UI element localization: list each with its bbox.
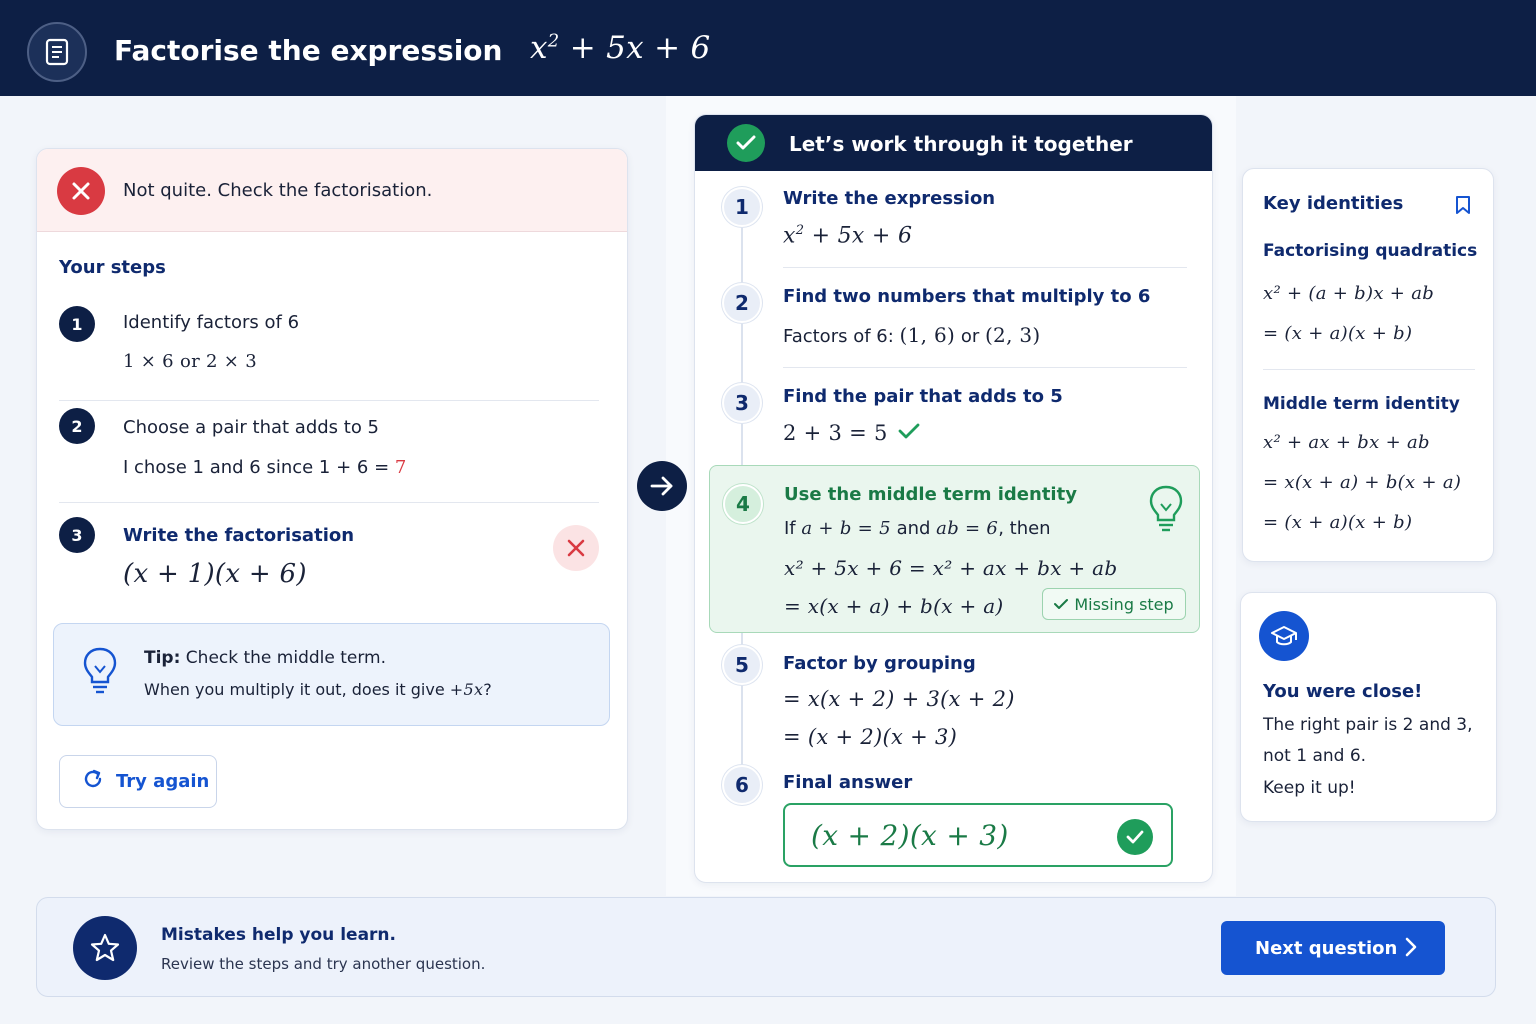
tip-box: Tip: Check the middle term. When you mul… bbox=[53, 623, 610, 726]
tip-question: When you multiply it out, does it give +… bbox=[144, 680, 492, 699]
walk-step-body: Factors of 6: (1, 6) or (2, 3) bbox=[783, 323, 1041, 347]
identity-line: = x(x + a) + b(x + a) bbox=[784, 594, 1004, 618]
walk-step-number: 6 bbox=[722, 765, 762, 805]
question-expression: x2 + 5x + 6 bbox=[530, 30, 711, 66]
step-label: Choose a pair that adds to 5 bbox=[123, 417, 380, 438]
step-label: Identify factors of 6 bbox=[123, 312, 300, 333]
walk-step-label: Final answer bbox=[783, 772, 913, 793]
identity-section-title: Factorising quadratics bbox=[1263, 241, 1478, 261]
arrow-right-icon bbox=[637, 461, 687, 511]
walk-step-body: = (x + 2)(x + 3) bbox=[783, 725, 958, 749]
divider bbox=[59, 400, 599, 401]
divider bbox=[59, 502, 599, 503]
encouragement-text: not 1 and 6. bbox=[1263, 746, 1367, 766]
tip-text: Tip: Check the middle term. bbox=[144, 648, 387, 668]
check-icon bbox=[898, 422, 920, 445]
final-answer-box: (x + 2)(x + 3) bbox=[783, 803, 1173, 867]
walk-step-number: 4 bbox=[723, 484, 763, 524]
divider bbox=[783, 267, 1187, 268]
encouragement-text: The right pair is 2 and 3, bbox=[1263, 715, 1473, 735]
star-icon bbox=[73, 916, 137, 980]
feedback-message: Not quite. Check the factorisation. bbox=[123, 180, 433, 201]
lightbulb-icon bbox=[1148, 484, 1184, 538]
step-body: I chose 1 and 6 since 1 + 6 = 7 bbox=[123, 457, 407, 478]
walk-step-body: 2 + 3 = 5 bbox=[783, 421, 920, 445]
bottom-title: Mistakes help you learn. bbox=[161, 925, 396, 945]
key-identities-title: Key identities bbox=[1263, 193, 1404, 214]
identity-line: x² + ax + bx + ab bbox=[1263, 432, 1430, 453]
identity-line: = (x + a)(x + b) bbox=[1263, 323, 1413, 344]
encouragement-panel: You were close! The right pair is 2 and … bbox=[1240, 592, 1497, 822]
next-question-button[interactable]: Next question bbox=[1221, 921, 1445, 975]
encouragement-text: Keep it up! bbox=[1263, 778, 1356, 798]
your-steps-panel: Not quite. Check the factorisation. Your… bbox=[36, 148, 628, 830]
check-icon bbox=[1054, 595, 1069, 614]
identity-condition: If a + b = 5 and ab = 6, then bbox=[784, 518, 1051, 539]
walkthrough-header: Let’s work through it together bbox=[695, 115, 1212, 171]
encouragement-title: You were close! bbox=[1263, 681, 1423, 702]
check-icon bbox=[727, 124, 765, 162]
walk-step-body: = x(x + 2) + 3(x + 2) bbox=[783, 687, 1015, 711]
walk-step-label: Write the expression bbox=[783, 188, 996, 209]
step-body: 1 × 6 or 2 × 3 bbox=[123, 351, 257, 372]
bottom-bar: Mistakes help you learn. Review the step… bbox=[36, 897, 1496, 997]
try-again-label: Try again bbox=[116, 771, 210, 792]
incorrect-icon bbox=[553, 525, 599, 571]
step-label: Write the factorisation bbox=[123, 525, 355, 546]
header-bar: Factorise the expression x2 + 5x + 6 bbox=[0, 0, 1536, 96]
missing-step-badge: Missing step bbox=[1042, 588, 1186, 620]
final-answer: (x + 2)(x + 3) bbox=[811, 819, 1009, 852]
walk-step-label: Find the pair that adds to 5 bbox=[783, 386, 1063, 407]
divider bbox=[783, 367, 1187, 368]
walk-step-number: 2 bbox=[722, 283, 762, 323]
key-identities-panel: Key identities Factorising quadratics x²… bbox=[1242, 168, 1494, 562]
refresh-icon bbox=[82, 768, 104, 795]
next-question-label: Next question bbox=[1255, 937, 1398, 959]
walk-step-label: Factor by grouping bbox=[783, 653, 976, 674]
walk-step-body: x2 + 5x + 6 bbox=[783, 223, 913, 249]
walk-step-number: 3 bbox=[722, 383, 762, 423]
walk-step-number: 5 bbox=[722, 645, 762, 685]
step-number: 1 bbox=[59, 306, 95, 342]
step-number: 3 bbox=[59, 517, 95, 553]
walk-step-label: Use the middle term identity bbox=[784, 484, 1077, 505]
try-again-button[interactable]: Try again bbox=[59, 755, 217, 808]
step-answer: (x + 1)(x + 6) bbox=[123, 559, 307, 589]
walk-step-label: Find two numbers that multiply to 6 bbox=[783, 286, 1151, 307]
walkthrough-panel: Let’s work through it together 1 Write t… bbox=[694, 114, 1213, 883]
wrong-value: 7 bbox=[394, 457, 407, 478]
divider bbox=[1263, 369, 1475, 370]
lightbulb-icon bbox=[82, 646, 118, 700]
identity-line: = x(x + a) + b(x + a) bbox=[1263, 472, 1462, 493]
identity-section-title: Middle term identity bbox=[1263, 394, 1460, 414]
walkthrough-title: Let’s work through it together bbox=[789, 132, 1133, 156]
bottom-subtitle: Review the steps and try another questio… bbox=[161, 955, 486, 973]
identity-line: x² + (a + b)x + ab bbox=[1263, 283, 1435, 304]
close-icon bbox=[57, 167, 105, 215]
graduation-cap-icon bbox=[1259, 611, 1309, 661]
step-number: 2 bbox=[59, 408, 95, 444]
identity-line: = (x + a)(x + b) bbox=[1263, 512, 1413, 533]
identity-line: x² + 5x + 6 = x² + ax + bx + ab bbox=[784, 556, 1118, 580]
document-icon[interactable] bbox=[27, 22, 87, 82]
page-title: Factorise the expression bbox=[114, 34, 503, 67]
walk-step-number: 1 bbox=[722, 187, 762, 227]
feedback-banner: Not quite. Check the factorisation. bbox=[37, 149, 627, 232]
your-steps-title: Your steps bbox=[59, 257, 166, 278]
bookmark-icon[interactable] bbox=[1455, 195, 1471, 219]
missing-step-card: 4 Use the middle term identity If a + b … bbox=[709, 465, 1200, 633]
check-icon bbox=[1117, 819, 1153, 855]
chevron-right-icon bbox=[1405, 937, 1417, 962]
